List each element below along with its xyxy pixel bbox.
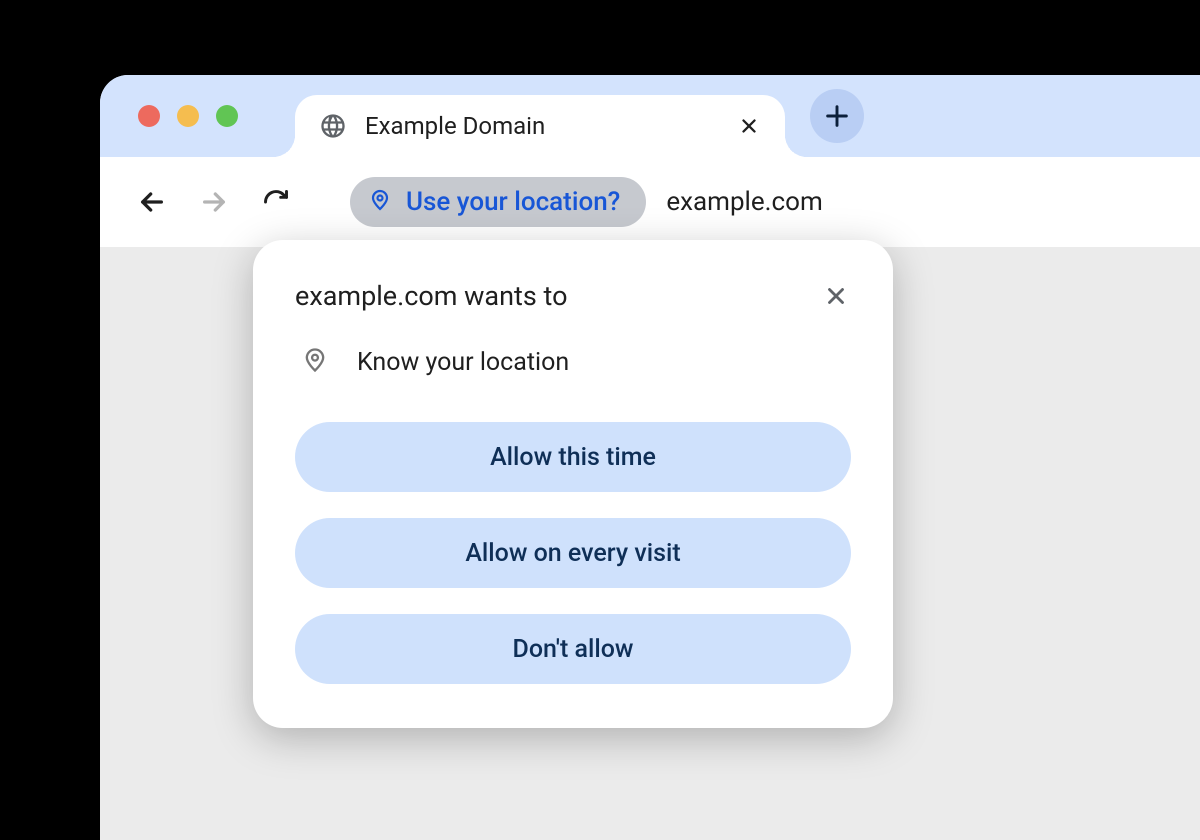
- window-controls: [138, 105, 238, 127]
- url-text: example.com: [666, 187, 822, 217]
- permission-chip-label: Use your location?: [406, 187, 620, 217]
- permission-buttons: Allow this time Allow on every visit Don…: [295, 422, 851, 684]
- back-button[interactable]: [134, 184, 170, 220]
- tab-strip: Example Domain: [100, 75, 1200, 157]
- popover-close-button[interactable]: [821, 281, 851, 311]
- popover-header: example.com wants to: [295, 280, 851, 312]
- tab-close-button[interactable]: [737, 114, 761, 138]
- globe-icon: [319, 112, 347, 140]
- location-icon: [368, 188, 392, 216]
- window-minimize-button[interactable]: [177, 105, 199, 127]
- window-close-button[interactable]: [138, 105, 160, 127]
- location-pin-icon: [301, 346, 329, 378]
- browser-tab[interactable]: Example Domain: [295, 95, 785, 157]
- permission-popover: example.com wants to Know your location …: [253, 240, 893, 728]
- allow-always-button[interactable]: Allow on every visit: [295, 518, 851, 588]
- allow-once-button[interactable]: Allow this time: [295, 422, 851, 492]
- permission-chip[interactable]: Use your location?: [350, 177, 646, 227]
- address-bar[interactable]: Use your location? example.com: [350, 177, 823, 227]
- reload-button[interactable]: [258, 184, 294, 220]
- toolbar: Use your location? example.com: [100, 157, 1200, 247]
- permission-row: Know your location: [295, 346, 851, 378]
- forward-button[interactable]: [196, 184, 232, 220]
- new-tab-button[interactable]: [810, 89, 864, 143]
- window-fullscreen-button[interactable]: [216, 105, 238, 127]
- permission-label: Know your location: [357, 348, 569, 377]
- popover-title: example.com wants to: [295, 280, 567, 312]
- deny-button[interactable]: Don't allow: [295, 614, 851, 684]
- tab-title: Example Domain: [365, 112, 719, 140]
